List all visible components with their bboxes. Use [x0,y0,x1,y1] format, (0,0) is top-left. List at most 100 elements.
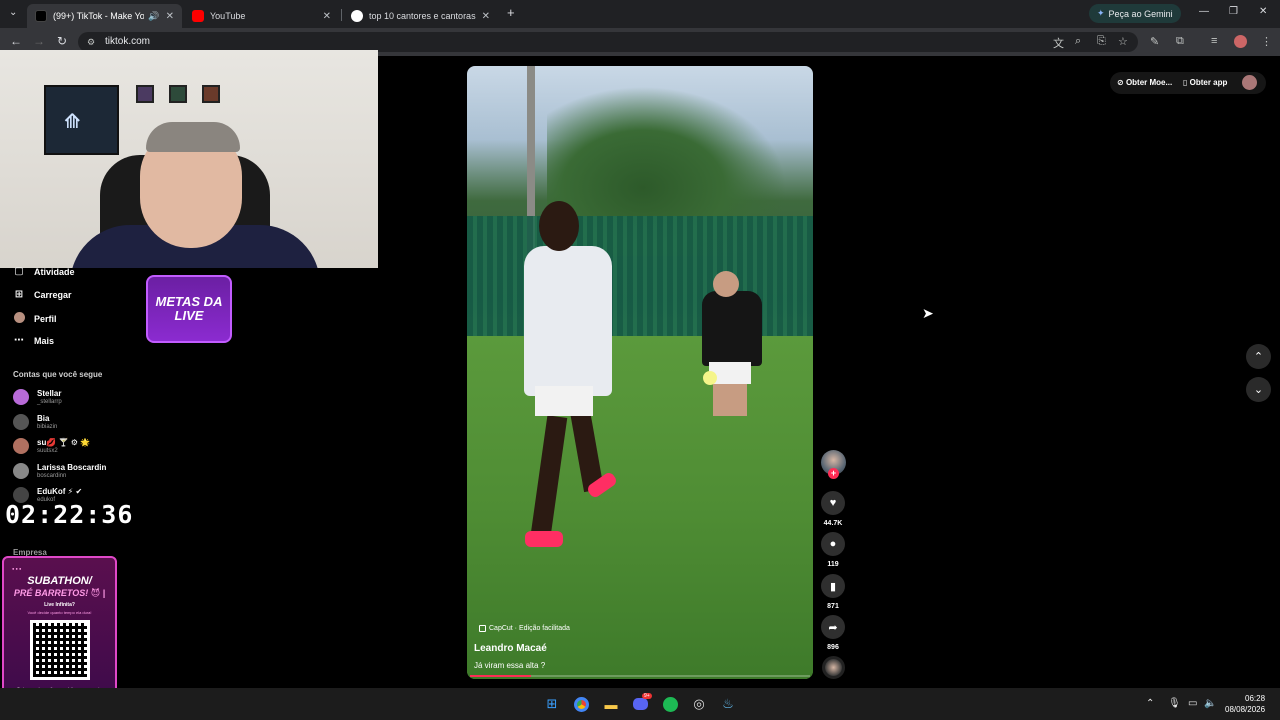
obs-icon[interactable]: ◎ [689,694,709,714]
save-button[interactable]: ▮ 871 [820,574,846,610]
comment-count: 119 [827,561,839,568]
tab-search-icon[interactable]: ⌄ [9,7,17,18]
webcam-overlay: ⟰ [0,50,378,268]
tab-google[interactable]: top 10 cantores e cantoras mu ✕ [343,4,498,28]
get-app-label: Obter app [1189,78,1228,87]
next-video-button[interactable]: ⌄ [1246,377,1271,402]
video-progress-fill [470,675,532,677]
spotify-icon[interactable] [660,694,680,714]
save-count: 871 [827,603,839,610]
media-controls-icon[interactable]: ≡ [1211,35,1217,47]
account-item[interactable]: Larissa Boscardin boscardinn [13,460,106,482]
sidebar-item-upload[interactable]: ⊞ Carregar [13,289,72,300]
like-button[interactable]: ♥ 44.7K [820,491,846,527]
video-progress-bar[interactable] [470,675,810,677]
chrome-taskbar-icon[interactable] [571,694,591,714]
profile-avatar-icon[interactable] [1234,35,1247,48]
account-item[interactable]: Stellar _stellarrp [13,386,62,408]
stream-timer: 02:22:36 [5,500,134,529]
account-item[interactable]: Bia bibiazin [13,411,57,433]
activity-icon: ▢ [14,266,24,277]
music-disc-icon[interactable] [822,656,845,679]
coin-icon: ⊘ [1117,78,1126,87]
minimize-button[interactable]: — [1199,6,1209,17]
sidebar-item-more[interactable]: ⋯ Mais [13,335,54,346]
heart-icon: ♥ [821,491,845,515]
tray-overflow-icon[interactable]: ⌃ [1146,698,1154,709]
close-window-button[interactable]: ✕ [1259,6,1267,17]
wall-poster: ⟰ [44,85,119,155]
wall-frame [169,85,187,103]
bookmark-icon: ▮ [821,574,845,598]
live-indicator-icon: ● ● ● [12,566,22,571]
more-icon: ⋯ [14,335,24,346]
share-icon: ➦ [821,615,845,639]
video-author[interactable]: Leandro Macaé [474,643,547,654]
volume-icon[interactable]: 🔈 [1204,698,1216,709]
gemini-icon: ✦ [1097,8,1105,18]
qr-code-icon [30,620,90,680]
sidebar-item-profile[interactable]: Perfil [13,312,57,326]
gemini-label: Peça ao Gemini [1108,8,1173,19]
video-player[interactable] [467,66,813,679]
wall-frame [136,85,154,103]
sidebar-item-label: Perfil [34,314,57,324]
get-coins-link[interactable]: ⊘ Obter Moe... [1117,78,1172,87]
metas-da-live-badge: METAS DA LIVE [146,275,232,343]
site-info-icon[interactable]: ⚙ [87,37,95,48]
user-avatar[interactable] [1242,75,1257,90]
close-tab-icon[interactable]: ✕ [482,11,490,22]
extension-pen-icon[interactable]: ✎ [1150,35,1159,48]
player-two-legs [713,384,747,416]
new-tab-button[interactable]: + [507,5,515,20]
extensions-puzzle-icon[interactable]: ⧉ [1176,35,1184,48]
football [703,371,717,385]
comment-icon: ● [821,532,845,556]
close-tab-icon[interactable]: ✕ [166,11,174,22]
network-icon[interactable]: ▭ [1188,698,1197,709]
zoom-icon[interactable]: ⌕ [1075,35,1081,48]
comment-button[interactable]: ● 119 [820,532,846,568]
get-coins-label: Obter Moe... [1125,78,1173,87]
sidebar-item-label: Mais [34,335,55,346]
promo-tagline: Você decide quanto tempo ela dura! [27,610,92,615]
windows-start-icon[interactable]: ⊞ [542,694,562,714]
promo-subtitle: Live Infinita? [44,602,75,608]
tab-label: top 10 cantores e cantoras mu [369,11,476,21]
bookmark-star-icon[interactable]: ☆ [1118,35,1128,48]
account-name: Bia [37,413,50,423]
capcut-label: CapCut · Edição facilitada [489,625,570,632]
sidebar-item-activity[interactable]: ▢ Atividade [13,266,74,277]
back-icon[interactable]: ← [10,34,22,48]
forward-icon[interactable]: → [33,34,45,48]
translate-icon[interactable]: ⽂ [1053,35,1064,51]
url-text[interactable]: tiktok.com [105,36,150,47]
menu-icon[interactable]: ⋮ [1261,35,1272,48]
account-name: Stellar [37,388,62,398]
speaker-icon[interactable]: 🔊 [148,11,159,22]
reload-icon[interactable]: ↻ [57,34,67,48]
maximize-button[interactable]: ❐ [1229,6,1238,17]
address-bar[interactable] [78,32,1138,52]
player-one-shorts [535,386,593,416]
streamer-hair [146,122,240,152]
avatar [13,414,29,430]
install-app-icon[interactable]: ⎘ [1097,35,1106,48]
tab-tiktok[interactable]: (99+) TikTok - Make Your Da 🔊 ✕ [27,4,182,28]
get-app-link[interactable]: ▯ Obter app [1183,78,1227,87]
previous-video-button[interactable]: ⌃ [1246,344,1271,369]
taskbar-clock[interactable]: 06:28 08/08/2026 [1225,693,1265,715]
account-item[interactable]: su💋 🍸 ⚙ 🌟 suutsx2 [13,435,90,457]
share-button[interactable]: ➦ 896 [820,615,846,651]
gemini-button[interactable]: ✦ Peça ao Gemini [1089,4,1181,23]
tab-youtube[interactable]: YouTube ✕ [184,4,339,28]
microphone-icon[interactable]: 🎙 [1168,698,1181,709]
tab-label: (99+) TikTok - Make Your Da [53,11,145,21]
capcut-tag[interactable]: CapCut · Edição facilitada [479,625,570,632]
file-explorer-icon[interactable]: ▬ [601,694,621,714]
follow-plus-icon[interactable]: + [828,468,839,479]
player-two-shirt [702,291,762,366]
steam-icon[interactable]: ♨ [718,694,738,714]
close-tab-icon[interactable]: ✕ [323,11,331,22]
poster-logo-icon: ⟰ [64,111,81,133]
